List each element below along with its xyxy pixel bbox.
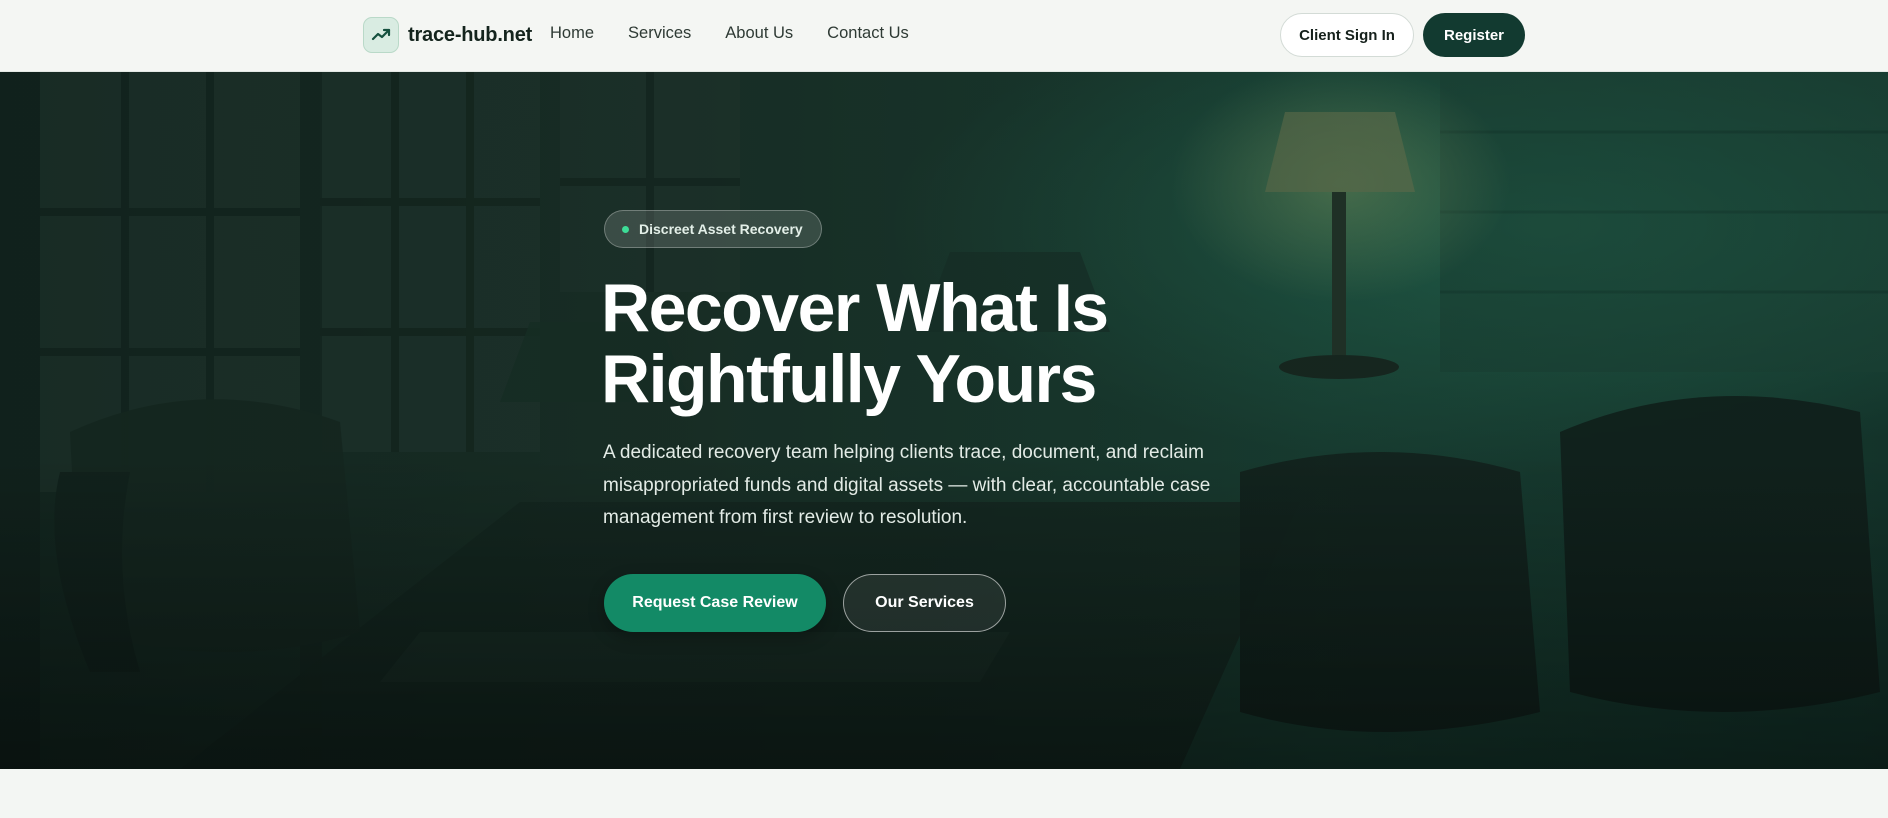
hero-headline-line-1: Recover What Is <box>601 270 1109 346</box>
hero-description: A dedicated recovery team helping client… <box>603 442 1211 528</box>
main-nav: Home Services About Us Contact Us <box>550 24 909 43</box>
hero-section: Discreet Asset Recovery Recover What Is … <box>0 72 1888 769</box>
brand-name: trace-hub.net <box>408 23 533 46</box>
hero-background-image <box>0 72 1888 769</box>
brand[interactable]: trace-hub.net <box>363 17 532 53</box>
nav-about-us[interactable]: About Us <box>725 24 793 43</box>
next-section <box>0 769 1888 818</box>
our-services-button[interactable]: Our Services <box>843 574 1006 632</box>
client-sign-in-button[interactable]: Client Sign In <box>1280 13 1414 57</box>
site-header: trace-hub.net Home Services About Us Con… <box>0 0 1888 72</box>
request-case-review-button[interactable]: Request Case Review <box>604 574 826 632</box>
trending-up-icon <box>363 17 399 53</box>
status-dot-icon <box>622 225 629 233</box>
nav-home[interactable]: Home <box>550 24 594 43</box>
register-button[interactable]: Register <box>1423 13 1525 57</box>
nav-services[interactable]: Services <box>628 24 691 43</box>
hero-badge: Discreet Asset Recovery <box>604 210 822 248</box>
hero-headline-line-2: Rightfully Yours <box>601 341 1097 417</box>
hero-badge-label: Discreet Asset Recovery <box>639 221 803 237</box>
nav-contact-us[interactable]: Contact Us <box>827 24 909 43</box>
hero-headline: Recover What Is Rightfully Yours <box>601 273 1301 415</box>
